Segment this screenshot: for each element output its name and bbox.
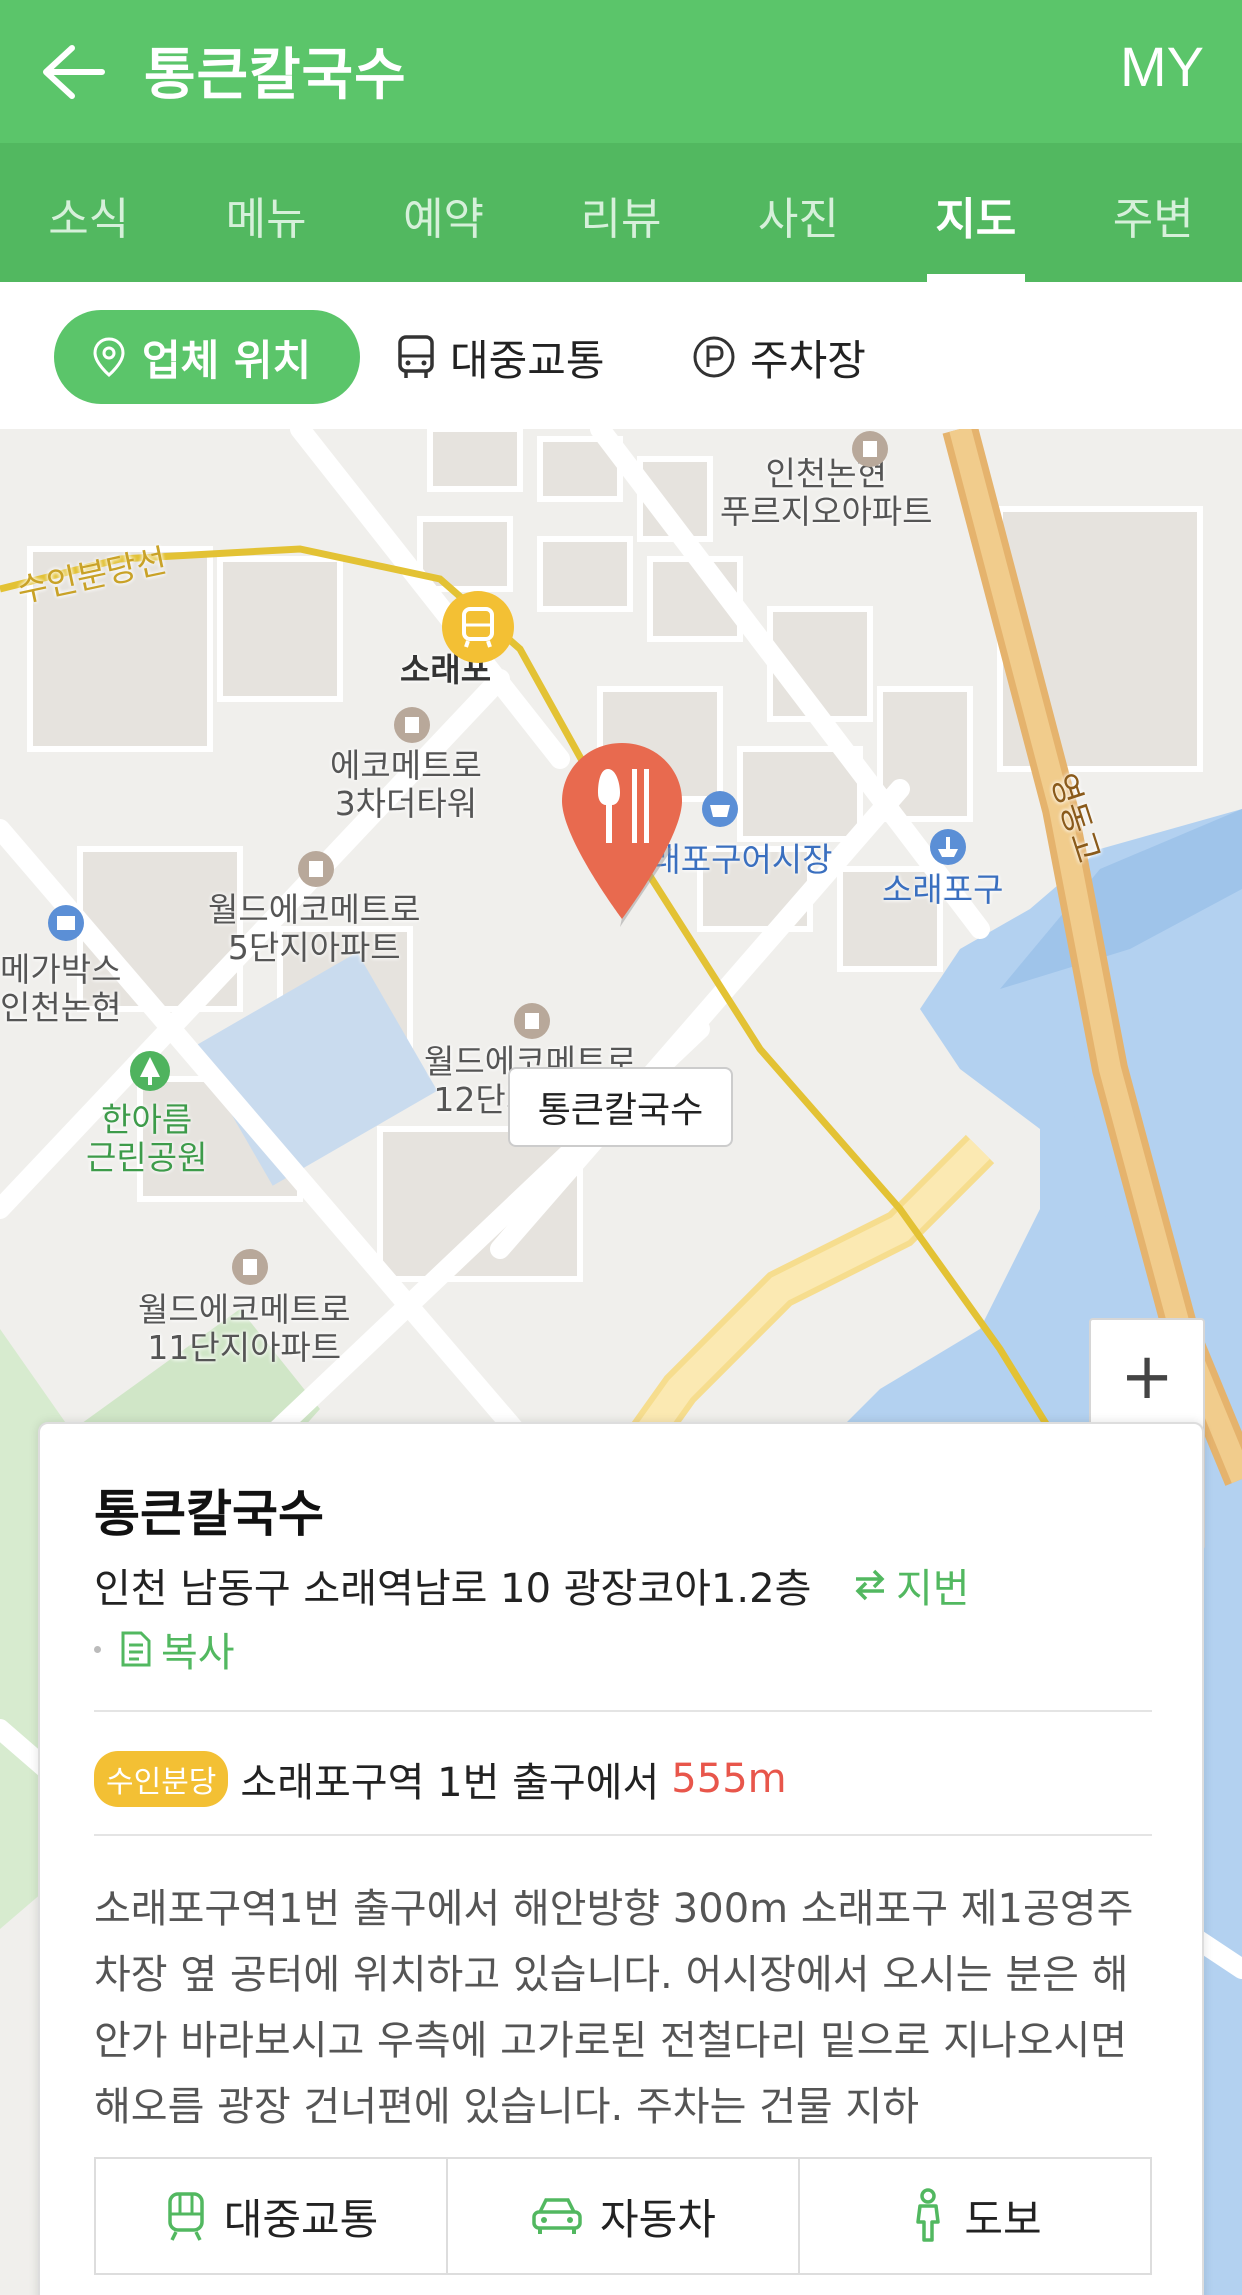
apartment-icon: [232, 1249, 268, 1285]
map-view[interactable]: 인천논현 푸르지오아파트 수인분당선 소래포 에코메트로 3차더타워 소래포구어시장…: [0, 429, 1242, 2295]
directions-description: 소래포구역1번 출구에서 해안방향 300m 소래포구 제1공영주차장 옆 공터…: [94, 1886, 1134, 2130]
parking-icon: [693, 336, 735, 378]
page-title: 통큰칼국수: [144, 43, 407, 108]
station-exit-text: 소래포구역 1번 출구에서: [240, 1760, 660, 1806]
market-icon: [702, 791, 738, 827]
route-car-label: 자동차: [600, 2194, 716, 2244]
map-label-ecometro5: 월드에코메트로 5단지아파트: [208, 890, 421, 967]
tab-map[interactable]: 지도: [887, 143, 1064, 282]
map-label-ecometro3: 에코메트로 3차더타워: [330, 746, 482, 823]
place-address: 인천 남동구 소래역남로 10 광장코아1.2층: [94, 1566, 812, 1612]
place-name: 통큰칼국수: [94, 1485, 324, 1543]
route-walk-label: 도보: [964, 2194, 1042, 2244]
map-label-apartment: 인천논현 푸르지오아파트: [720, 454, 933, 531]
apartment-icon: [852, 431, 888, 467]
parking-filter-label: 주차장: [750, 335, 866, 385]
tab-news[interactable]: 소식: [0, 143, 177, 282]
restaurant-marker-icon[interactable]: [552, 739, 692, 929]
location-filter-label: 업체 위치: [142, 335, 312, 385]
map-label-park: 한아름 근린공원: [86, 1100, 208, 1177]
map-marker-callout[interactable]: 통큰칼국수: [508, 1067, 733, 1147]
route-transit-label: 대중교통: [223, 2194, 379, 2244]
car-icon: [532, 2198, 582, 2234]
station-distance: 555m: [671, 1756, 787, 1802]
route-walk-button[interactable]: 도보: [798, 2159, 1150, 2273]
walking-person-icon: [916, 2188, 941, 2242]
jibun-toggle-button[interactable]: 지번: [852, 1556, 970, 1614]
route-transit-button[interactable]: 대중교통: [96, 2159, 446, 2273]
tab-review[interactable]: 리뷰: [532, 143, 709, 282]
route-mode-bar: 대중교통 자동차 도보: [94, 2157, 1152, 2275]
tab-menu[interactable]: 메뉴: [177, 143, 354, 282]
subway-line-badge: 수인분당: [94, 1751, 229, 1807]
tab-nearby[interactable]: 주변: [1065, 143, 1242, 282]
bus-icon: [398, 335, 434, 378]
route-car-button[interactable]: 자동차: [446, 2159, 798, 2273]
app-bar: 통큰칼국수 MY: [0, 0, 1242, 143]
apartment-icon: [298, 851, 334, 887]
card-divider: [94, 1710, 1152, 1712]
bullet-dot: [94, 1645, 101, 1653]
subway-station-icon[interactable]: [440, 589, 516, 665]
park-icon: [130, 1051, 170, 1091]
transit-filter-chip[interactable]: 대중교통: [396, 310, 605, 404]
copy-address-button[interactable]: 복사: [94, 1620, 235, 1678]
transit-filter-label: 대중교통: [450, 335, 605, 385]
place-info-card: 통큰칼국수 인천 남동구 소래역남로 10 광장코아1.2층 지번 복사 수인분…: [38, 1422, 1204, 2295]
tab-reservation[interactable]: 예약: [355, 143, 532, 282]
map-label-ecometro11: 월드에코메트로 11단지아파트: [138, 1290, 351, 1367]
port-icon: [930, 829, 966, 865]
copy-label: 복사: [161, 1630, 235, 1676]
tab-bar: 소식 메뉴 예약 리뷰 사진 지도 주변: [0, 143, 1242, 282]
card-divider: [94, 1834, 1152, 1836]
map-label-megabox: 메가박스 인천논현: [0, 950, 122, 1027]
my-button[interactable]: MY: [1120, 34, 1204, 99]
jibun-label: 지번: [896, 1566, 970, 1612]
map-label-port: 소래포구: [882, 870, 1004, 909]
apartment-icon: [394, 707, 430, 743]
map-filter-bar: 업체 위치 대중교통 주차장: [0, 282, 1242, 429]
cinema-icon: [48, 905, 84, 941]
parking-filter-chip[interactable]: 주차장: [692, 310, 866, 404]
train-icon: [167, 2192, 204, 2241]
zoom-in-button[interactable]: +: [1091, 1320, 1203, 1434]
location-filter-chip[interactable]: 업체 위치: [54, 310, 360, 404]
tab-photo[interactable]: 사진: [710, 143, 887, 282]
apartment-icon: [514, 1003, 550, 1039]
copy-document-icon: [121, 1631, 151, 1667]
location-pin-icon: [93, 337, 125, 377]
back-arrow-icon[interactable]: [38, 40, 108, 104]
nearest-station-row: 수인분당 소래포구역 1번 출구에서 555m: [94, 1750, 787, 1808]
swap-icon: [855, 1569, 885, 1601]
